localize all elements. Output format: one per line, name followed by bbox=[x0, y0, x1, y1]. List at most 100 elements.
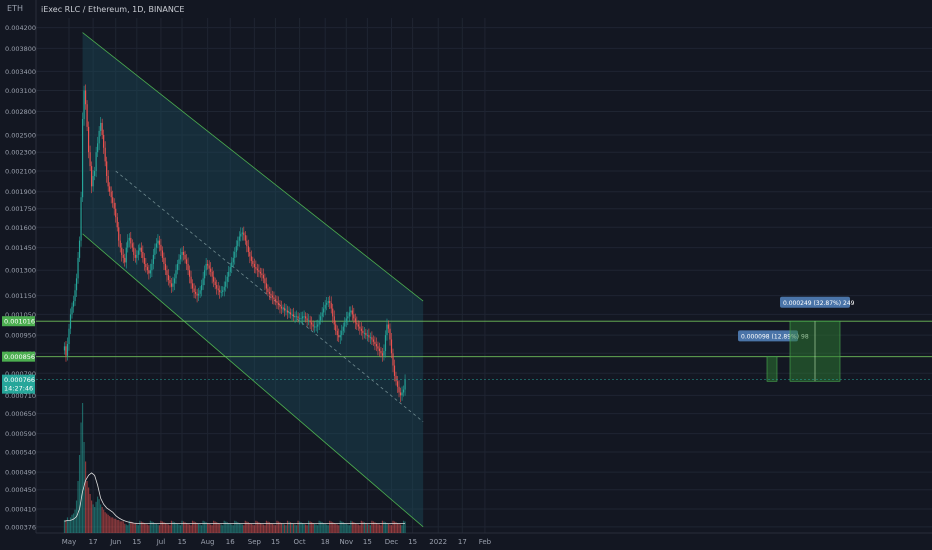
price-chart[interactable]: 0.004200 0.003800 0.003400 0.003100 0.002800… bbox=[0, 0, 932, 550]
volume-bar bbox=[276, 520, 278, 533]
volume-bar bbox=[327, 525, 329, 533]
volume-bar bbox=[324, 523, 326, 533]
candle-body bbox=[315, 326, 317, 328]
volume-bar bbox=[341, 521, 343, 533]
candle-body bbox=[237, 240, 239, 247]
volume-bar bbox=[208, 523, 210, 533]
candle-body bbox=[339, 335, 341, 338]
volume-bar bbox=[187, 523, 189, 533]
volume-bar bbox=[124, 523, 126, 533]
candle-body bbox=[81, 119, 84, 198]
y-tick-label: 0.001600 bbox=[5, 224, 36, 232]
candle-body bbox=[130, 237, 132, 244]
volume-bar bbox=[318, 520, 320, 533]
volume-bar bbox=[127, 525, 129, 533]
volume-bar bbox=[214, 521, 216, 533]
candle-body bbox=[169, 280, 171, 284]
candle-body bbox=[330, 302, 332, 309]
volume-bar bbox=[267, 521, 269, 533]
candle-body bbox=[74, 290, 76, 302]
candle-body bbox=[375, 344, 378, 347]
volume-bar bbox=[231, 524, 233, 533]
x-tick-label: May bbox=[62, 538, 76, 546]
volume-bar bbox=[92, 504, 94, 533]
candle-body bbox=[264, 278, 266, 284]
candle-body bbox=[75, 278, 78, 291]
candle-body bbox=[240, 233, 242, 237]
volume-bar bbox=[175, 522, 177, 533]
candle-body bbox=[216, 285, 218, 289]
volume-bar bbox=[291, 522, 293, 533]
candle-body bbox=[191, 283, 194, 289]
candle-body bbox=[63, 346, 66, 351]
volume-bar bbox=[274, 525, 277, 533]
volume-bar bbox=[398, 523, 400, 533]
x-tick-label: 16 bbox=[226, 538, 235, 546]
candle-body bbox=[356, 322, 358, 325]
volume-bar bbox=[106, 513, 108, 533]
volume-bar bbox=[234, 520, 236, 533]
candle-body bbox=[146, 267, 148, 271]
candle-body bbox=[301, 316, 304, 319]
volume-bar bbox=[392, 520, 394, 533]
volume-bar bbox=[252, 524, 254, 533]
volume-bar bbox=[390, 525, 393, 533]
candle-body bbox=[291, 314, 293, 316]
volume-bar bbox=[143, 522, 145, 533]
volume-bar bbox=[109, 516, 111, 533]
candle-body bbox=[381, 353, 384, 356]
volume-bar bbox=[265, 520, 268, 533]
candle-body bbox=[119, 240, 121, 248]
x-tick-label: Oct bbox=[294, 538, 306, 546]
candle-body bbox=[306, 318, 308, 321]
candle-body bbox=[392, 353, 394, 366]
candle-body bbox=[327, 301, 329, 303]
chart-title: iExec RLC / Ethereum, 1D, BINANCE bbox=[41, 5, 184, 14]
candle-body bbox=[324, 304, 326, 309]
candle-body bbox=[276, 301, 278, 303]
candle-body bbox=[116, 217, 118, 228]
volume-bar bbox=[402, 520, 405, 533]
candle-body bbox=[83, 90, 85, 120]
volume-bar bbox=[116, 520, 118, 533]
volume-bar bbox=[98, 499, 100, 533]
volume-bar bbox=[285, 525, 287, 533]
candle-body bbox=[262, 275, 265, 279]
volume-bar bbox=[148, 525, 150, 533]
volume-bar bbox=[249, 522, 251, 533]
candle-body bbox=[265, 283, 268, 289]
candle-body bbox=[255, 267, 257, 269]
volume-bar bbox=[146, 524, 148, 533]
candle-body bbox=[95, 152, 97, 172]
volume-bar bbox=[166, 523, 168, 533]
volume-bar bbox=[134, 523, 136, 533]
candle-body bbox=[380, 350, 382, 354]
volume-bar bbox=[315, 524, 317, 533]
volume-bar bbox=[335, 523, 337, 533]
volume-bar bbox=[169, 525, 171, 533]
volume-bar bbox=[219, 523, 221, 533]
candle-body bbox=[320, 316, 322, 321]
candle-body bbox=[198, 293, 200, 296]
x-tick-label: 17 bbox=[89, 538, 98, 546]
x-tick-label: 2022 bbox=[429, 538, 447, 546]
volume-bar bbox=[229, 523, 231, 533]
candle-body bbox=[344, 322, 346, 327]
volume-bar bbox=[181, 520, 183, 533]
candle-body bbox=[234, 251, 236, 258]
volume-bar bbox=[178, 524, 180, 533]
volume-bar bbox=[198, 523, 200, 533]
candle-body bbox=[288, 312, 290, 314]
candle-body bbox=[273, 297, 275, 300]
candle-body bbox=[205, 263, 207, 271]
volume-bar bbox=[308, 520, 310, 533]
volume-bar bbox=[303, 523, 305, 533]
volume-bar bbox=[357, 524, 359, 533]
candle-body bbox=[91, 166, 93, 187]
volume-bar bbox=[125, 524, 127, 533]
y-tick-label: 0.000376 bbox=[5, 523, 36, 531]
volume-bar bbox=[110, 517, 112, 533]
candle-body bbox=[311, 322, 313, 325]
volume-bar bbox=[336, 524, 338, 533]
volume-bar bbox=[95, 501, 97, 533]
